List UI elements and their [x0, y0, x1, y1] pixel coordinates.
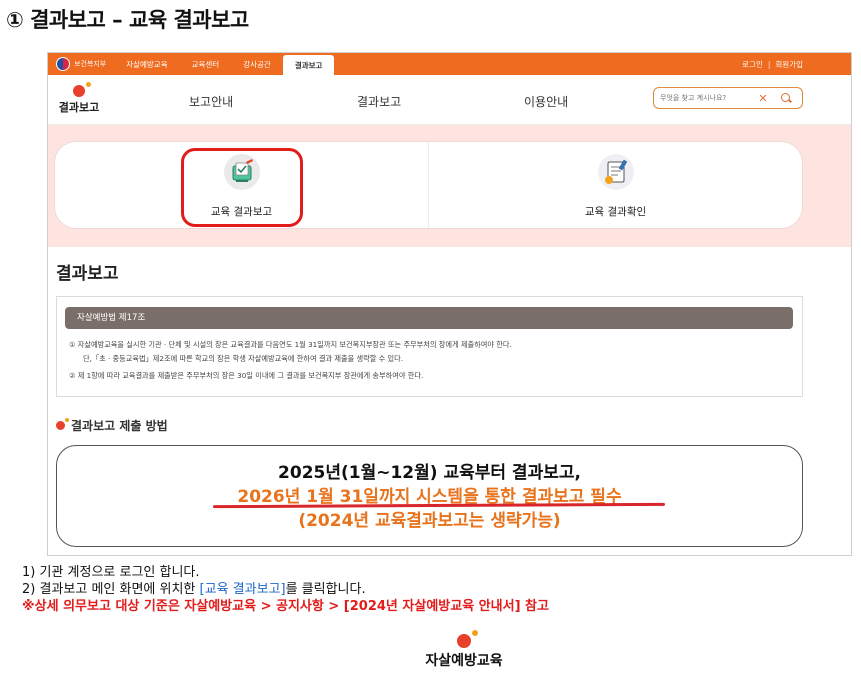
card-education-report[interactable]: 교육 결과보고: [55, 142, 428, 228]
main-nav-report-guide[interactable]: 보고안내: [189, 93, 233, 110]
footer-logo-text: 자살예방교육: [425, 653, 503, 669]
quick-menu-band: 교육 결과보고 교육 결과확인: [48, 125, 851, 247]
browser-screenshot-frame: 보건복지부 자살예방교육 교육센터 강사공간 결과보고 로그인 | 회원가입 결…: [47, 52, 852, 556]
section-title: 결과보고: [56, 264, 119, 284]
search-input[interactable]: [660, 94, 752, 102]
card-education-check[interactable]: 교육 결과확인: [428, 142, 802, 228]
logo-mark-icon: [457, 630, 478, 648]
main-nav-result-report[interactable]: 결과보고: [357, 93, 401, 110]
top-nav: 자살예방교육 교육센터 강사공간 결과보고: [114, 53, 335, 75]
gov-logo[interactable]: 보건복지부: [48, 53, 114, 75]
report-check-icon: [597, 154, 634, 190]
law-clause-2: ② 제 1항에 따라 교육결과를 제출받은 주무부처의 장은 30일 이내에 그…: [69, 371, 424, 380]
site-header: 결과보고 보고안내 결과보고 이용안내 ✕: [48, 75, 851, 125]
top-nav-education-center[interactable]: 교육센터: [180, 53, 232, 75]
search-box: ✕: [653, 87, 803, 109]
notice-line-1: 2025년(1월~12월) 교육부터 결과보고,: [278, 463, 581, 483]
clear-icon[interactable]: ✕: [756, 92, 770, 105]
step-2-link: [교육 결과보고]: [199, 582, 286, 597]
top-nav-instructor-space[interactable]: 강사공간: [231, 53, 283, 75]
reference-note: ※상세 의무보고 대상 기준은 자살예방교육 > 공지사항 > [2024년 자…: [22, 599, 549, 614]
slide-title: ① 결과보고 – 교육 결과보고: [6, 8, 249, 32]
signup-link[interactable]: 회원가입: [775, 59, 803, 70]
login-link[interactable]: 로그인: [742, 59, 763, 70]
link-separator: |: [767, 59, 771, 69]
submission-notice: 2025년(1월~12월) 교육부터 결과보고, 2026년 1월 31일까지 …: [56, 445, 803, 547]
law-box: 자살예방법 제17조 ① 자살예방교육을 실시한 기관 · 단체 및 시설의 장…: [56, 296, 803, 397]
notice-line-3: (2024년 교육결과보고는 생략가능): [298, 511, 561, 531]
top-bar: 보건복지부 자살예방교육 교육센터 강사공간 결과보고 로그인 | 회원가입: [48, 53, 851, 75]
site-logo-text: 결과보고: [58, 101, 100, 114]
search-icon[interactable]: [780, 92, 792, 104]
submission-title: 결과보고 제출 방법: [71, 419, 168, 433]
logo-mark-icon: [73, 82, 91, 97]
site-logo[interactable]: 결과보고: [54, 82, 104, 115]
taegeuk-icon: [56, 57, 70, 71]
law-title: 자살예방법 제17조: [65, 307, 793, 329]
step-1: 1) 기관 계정으로 로그인 합니다.: [22, 565, 200, 580]
top-nav-result-report[interactable]: 결과보고: [282, 55, 335, 75]
law-clause-1: ① 자살예방교육을 실시한 기관 · 단체 및 시설의 장은 교육결과를 다음연…: [69, 340, 512, 349]
instruction-steps: 1) 기관 계정으로 로그인 합니다. 2) 결과보고 메인 화면에 위치한 […: [22, 564, 549, 615]
top-links: 로그인 | 회원가입: [742, 53, 803, 75]
top-nav-prevention-education[interactable]: 자살예방교육: [114, 53, 179, 75]
footer-logo: 자살예방교육: [414, 630, 514, 670]
step-2-pre: 2) 결과보고 메인 화면에 위치한: [22, 582, 200, 597]
step-2: 2) 결과보고 메인 화면에 위치한 [교육 결과보고]를 클릭합니다.: [22, 581, 549, 598]
gov-label: 보건복지부: [74, 60, 107, 68]
highlight-ring: [181, 148, 303, 227]
quick-menu-cards: 교육 결과보고 교육 결과확인: [54, 141, 803, 229]
card-education-check-label: 교육 결과확인: [584, 206, 647, 218]
submission-heading: 결과보고 제출 방법: [56, 417, 168, 434]
law-clause-1-proviso: 단,「초 · 중등교육법」제2조에 따른 학교의 장은 학생 자살예방교육에 한…: [83, 354, 404, 363]
main-nav-usage-guide[interactable]: 이용안내: [524, 93, 568, 110]
logo-mark-icon: [56, 418, 69, 430]
step-2-post: 를 클릭합니다.: [285, 582, 366, 597]
